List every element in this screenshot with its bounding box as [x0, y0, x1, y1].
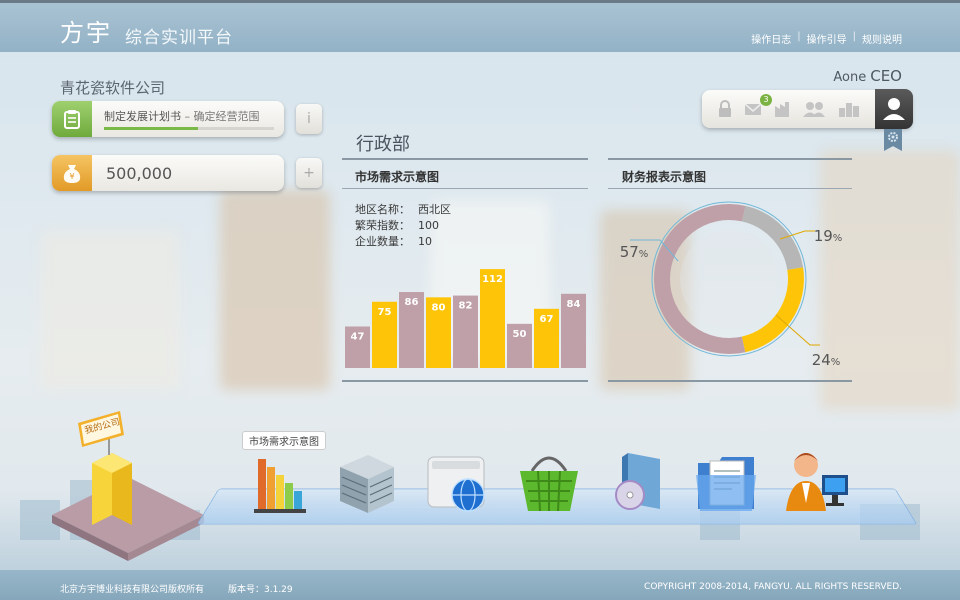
finance-panel-bottom-line	[608, 380, 852, 382]
mail-badge: 3	[760, 94, 772, 106]
money-display: ¥ 500,000	[52, 155, 284, 191]
money-bag-icon: ¥	[52, 155, 92, 191]
companies-label: 企业数量：	[355, 235, 410, 248]
team-icon[interactable]	[802, 100, 826, 118]
bar-chart-icon	[254, 459, 306, 513]
finance-donut-chart: 57% 19% 24%	[620, 201, 843, 369]
money-amount: 500,000	[106, 163, 173, 183]
bar-label-4: 82	[459, 301, 473, 312]
task-button[interactable]: 制定发展计划书 – 确定经营范围	[52, 101, 284, 137]
link-separator: |	[797, 31, 801, 42]
donut-label-1: 19%	[814, 227, 843, 245]
department-title: 行政部	[356, 134, 410, 155]
footer: 北京方宇博业科技有限公司版权所有 版本号：3.1.29 COPYRIGHT 20…	[0, 570, 960, 600]
bar-label-7: 67	[540, 314, 554, 325]
link-operation-log[interactable]: 操作日志	[751, 31, 791, 46]
region-value: 西北区	[418, 203, 451, 216]
finance-panel-divider	[608, 188, 852, 189]
mail-icon[interactable]	[744, 100, 762, 118]
add-button[interactable]: +	[296, 158, 322, 188]
market-panel-title: 市场需求示意图	[355, 170, 440, 184]
lock-icon[interactable]	[716, 100, 734, 118]
region-label: 地区名称：	[355, 203, 410, 216]
link-separator: |	[852, 31, 856, 42]
donut-label-0: 57%	[620, 243, 649, 261]
donut-hole	[680, 230, 778, 328]
brand-logo: 方宇	[60, 19, 112, 47]
folder-icon	[696, 457, 756, 511]
software-box-icon	[615, 453, 660, 510]
gear-icon	[888, 132, 898, 142]
task-label: 制定发展计划书	[104, 110, 181, 123]
market-info: 地区名称： 西北区 繁荣指数： 100 企业数量： 10	[355, 202, 451, 250]
task-text: 制定发展计划书 – 确定经营范围	[104, 108, 260, 124]
user-toolbar: 3	[702, 89, 913, 129]
company-name: 青花瓷软件公司	[60, 79, 166, 97]
svg-text:¥: ¥	[69, 172, 74, 181]
bar-label-2: 86	[405, 297, 419, 308]
finance-panel-top-line	[608, 158, 852, 160]
prosperity-label: 繁荣指数：	[355, 219, 410, 232]
prosperity-value: 100	[418, 219, 439, 232]
task-separator: –	[181, 110, 194, 123]
user-computer-icon	[786, 453, 848, 511]
office-building-icon	[340, 455, 394, 513]
dock-item-office-building[interactable]	[332, 445, 402, 517]
dock-item-software-box[interactable]	[604, 445, 674, 517]
market-panel-divider	[342, 188, 588, 189]
top-links: 操作日志 | 操作引导 | 规则说明	[751, 31, 902, 46]
bar-label-5: 112	[482, 274, 503, 285]
network-drive-icon	[427, 456, 485, 512]
top-header: 方宇 综合实训平台 操作日志 | 操作引导 | 规则说明	[0, 0, 960, 52]
clipboard-icon	[52, 101, 92, 137]
bar-label-3: 80	[432, 302, 446, 313]
dock-item-market-chart[interactable]	[244, 445, 314, 517]
dock-item-shopping-basket[interactable]	[514, 445, 584, 517]
dock-item-documents-folder[interactable]	[692, 445, 762, 517]
user-name: Aone	[833, 70, 867, 85]
my-company-building[interactable]	[48, 405, 210, 565]
finance-panel-title: 财务报表示意图	[622, 170, 707, 184]
bg-shape	[40, 230, 180, 390]
footer-copyright-en: COPYRIGHT 2008-2014, FANGYU. ALL RIGHTS …	[644, 582, 902, 592]
task-progress-fill	[104, 127, 198, 130]
link-rules[interactable]: 规则说明	[862, 31, 902, 46]
settings-ribbon[interactable]	[884, 129, 902, 151]
bg-shape	[220, 190, 330, 390]
building-icon[interactable]	[838, 100, 860, 118]
user-role: CEO	[870, 67, 902, 85]
user-label: Aone CEO	[833, 67, 902, 85]
bar-label-1: 75	[378, 307, 392, 318]
bar-label-0: 47	[351, 331, 365, 342]
donut-label-2: 24%	[812, 351, 841, 369]
market-panel-top-line	[342, 158, 588, 160]
link-operation-guide[interactable]: 操作引导	[807, 31, 847, 46]
brand-subtitle: 综合实训平台	[125, 28, 233, 48]
factory-icon[interactable]	[774, 100, 792, 118]
user-icon	[883, 98, 905, 120]
market-bar-chart: 47 75 86 80 82 112 50 67 84	[345, 269, 586, 368]
info-button[interactable]: i	[296, 104, 322, 134]
bar-label-6: 50	[513, 329, 527, 340]
footer-version: 版本号：3.1.29	[228, 585, 293, 595]
shopping-basket-icon	[520, 456, 578, 512]
bar-label-8: 84	[567, 299, 581, 310]
dock-item-network-drive[interactable]	[422, 445, 492, 517]
task-progress	[104, 127, 274, 130]
avatar[interactable]	[875, 89, 913, 129]
footer-copyright-cn: 北京方宇博业科技有限公司版权所有	[60, 585, 205, 595]
companies-value: 10	[418, 235, 432, 248]
dock-item-user-computer[interactable]	[782, 445, 852, 517]
market-panel-bottom-line	[342, 380, 588, 382]
task-sublabel: 确定经营范围	[193, 110, 260, 123]
